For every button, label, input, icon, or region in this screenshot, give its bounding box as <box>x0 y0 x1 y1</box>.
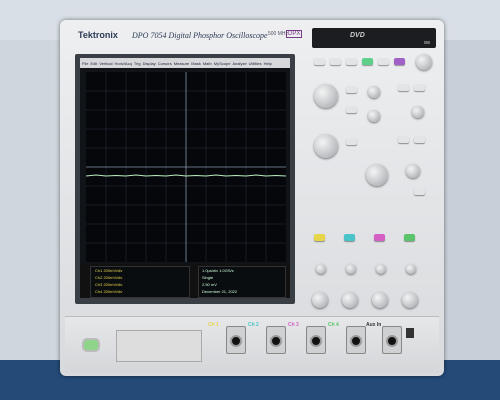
ch2-scale-knob[interactable] <box>342 292 358 308</box>
menu-item-mask[interactable]: Mask <box>191 61 201 66</box>
menu-item-cursors[interactable]: Cursors <box>158 61 172 66</box>
readout-line: Ch3 200mV/div <box>95 282 123 287</box>
multipurpose-b-knob[interactable] <box>314 134 338 158</box>
menu-item-display[interactable]: Display <box>143 61 156 66</box>
readout-line: Ch1 200mV/div <box>95 268 123 273</box>
menu-item-horizacq[interactable]: Horiz/Acq <box>114 61 131 66</box>
menu-item-myscope[interactable]: MyScope <box>214 61 231 66</box>
menu-item-math[interactable]: Math <box>203 61 212 66</box>
dvd-drive[interactable]: DVD <box>312 28 436 48</box>
intensity-knob[interactable] <box>416 54 432 70</box>
multipurpose-a-knob[interactable] <box>314 84 338 108</box>
timebase-readout: 1.0µs/div 1.0GS/s Single 2.50 mV Decembe… <box>198 266 286 298</box>
dpx-badge: DPX <box>286 30 303 38</box>
graticule <box>86 72 286 262</box>
ch2-position-knob[interactable] <box>346 264 356 274</box>
ch4-input-connector[interactable] <box>346 326 366 354</box>
display-screen[interactable]: File Edit Vertical Horiz/Acq Trig Display Curs… <box>80 58 290 298</box>
timebase-line: 2.50 mV <box>202 282 217 287</box>
trigger-force-button[interactable] <box>414 188 425 195</box>
ch4-label: Ch 4 <box>328 322 339 328</box>
ch3-input-connector[interactable] <box>306 326 326 354</box>
timebase-line: 1.0µs/div 1.0GS/s <box>202 268 234 273</box>
timebase-line: December 21, 2022 <box>202 289 238 294</box>
menu-item-measure[interactable]: Measure <box>174 61 190 66</box>
ch3-button[interactable] <box>374 234 385 241</box>
readout-bar: Ch1 200mV/div Ch2 200mV/div Ch3 200mV/di… <box>80 264 290 298</box>
aux-input-connector[interactable] <box>382 326 402 354</box>
ch2-input-connector[interactable] <box>266 326 286 354</box>
default-setup-button[interactable] <box>330 58 341 65</box>
trigger-slope-button[interactable] <box>414 84 425 91</box>
model-label: DPO 7054 Digital Phosphor Oscilloscope <box>132 31 268 40</box>
readout-line: Ch2 200mV/div <box>95 275 123 280</box>
power-button[interactable] <box>82 338 100 352</box>
bnc-socket <box>270 335 282 347</box>
cursors-button[interactable] <box>346 106 357 113</box>
background-cabinet-right <box>444 40 500 360</box>
oscilloscope-body: Tektronix DPO 7054 Digital Phosphor Osci… <box>60 20 444 376</box>
trigger-source-button[interactable] <box>398 136 409 143</box>
bnc-socket <box>310 335 322 347</box>
autoset-button[interactable] <box>314 58 325 65</box>
timebase-line: Single <box>202 275 214 280</box>
channel-readout: Ch1 200mV/div Ch2 200mV/div Ch3 200mV/di… <box>90 266 190 298</box>
ch4-button[interactable] <box>404 234 415 241</box>
trigger-mode-button[interactable] <box>398 84 409 91</box>
ch1-input-connector[interactable] <box>226 326 246 354</box>
bnc-socket <box>386 335 398 347</box>
bnc-socket <box>230 335 242 347</box>
menu-item-utilities[interactable]: Utilities <box>249 61 262 66</box>
menu-item-trig[interactable]: Trig <box>134 61 141 66</box>
horizontal-scale-knob[interactable] <box>366 164 388 186</box>
ch3-label: Ch 3 <box>288 322 299 328</box>
menu-item-file[interactable]: File <box>82 61 88 66</box>
horizontal-position-knob[interactable] <box>368 86 380 98</box>
menu-item-edit[interactable]: Edit <box>90 61 97 66</box>
ch1-scale-knob[interactable] <box>312 292 328 308</box>
ch2-button[interactable] <box>344 234 355 241</box>
ch1-label: Ch 1 <box>208 322 219 328</box>
horizontal-delay-knob[interactable] <box>368 110 380 122</box>
readout-line: Ch4 200mV/div <box>95 289 123 294</box>
menu-item-analyze[interactable]: Analyze <box>232 61 246 66</box>
background-cabinet-left <box>0 40 60 360</box>
ch2-label: Ch 2 <box>248 322 259 328</box>
single-button[interactable] <box>362 58 373 65</box>
graticule-svg <box>86 72 286 262</box>
ch3-scale-knob[interactable] <box>372 292 388 308</box>
control-panel <box>308 54 438 324</box>
zoom-button[interactable] <box>346 138 357 145</box>
top-bezel: Tektronix DPO 7054 Digital Phosphor Osci… <box>70 26 303 44</box>
ch4-position-knob[interactable] <box>406 264 416 274</box>
bnc-socket <box>350 335 362 347</box>
ch1-position-knob[interactable] <box>316 264 326 274</box>
intensity-button[interactable] <box>394 58 405 65</box>
trigger-knob[interactable] <box>406 164 420 178</box>
fine-button[interactable] <box>346 86 357 93</box>
screen-menubar: File Edit Vertical Horiz/Acq Trig Display Curs… <box>80 58 290 68</box>
ch4-scale-knob[interactable] <box>402 292 418 308</box>
menu-item-vertical[interactable]: Vertical <box>99 61 112 66</box>
aux-label: Aux In <box>366 322 382 328</box>
run-stop-button[interactable] <box>346 58 357 65</box>
menu-item-help[interactable]: Help <box>264 61 272 66</box>
trigger-level-knob[interactable] <box>412 106 424 118</box>
probe-compensation-area <box>116 330 202 362</box>
usb-port[interactable] <box>406 328 414 338</box>
ch1-button[interactable] <box>314 234 325 241</box>
ch3-position-knob[interactable] <box>376 264 386 274</box>
dvd-eject-button[interactable] <box>424 41 430 44</box>
fastacq-button[interactable] <box>378 58 389 65</box>
trigger-type-button[interactable] <box>414 136 425 143</box>
bandwidth-label: 500 MHz <box>268 31 289 37</box>
dvd-logo: DVD <box>350 32 365 39</box>
brand-logo: Tektronix <box>78 30 118 40</box>
